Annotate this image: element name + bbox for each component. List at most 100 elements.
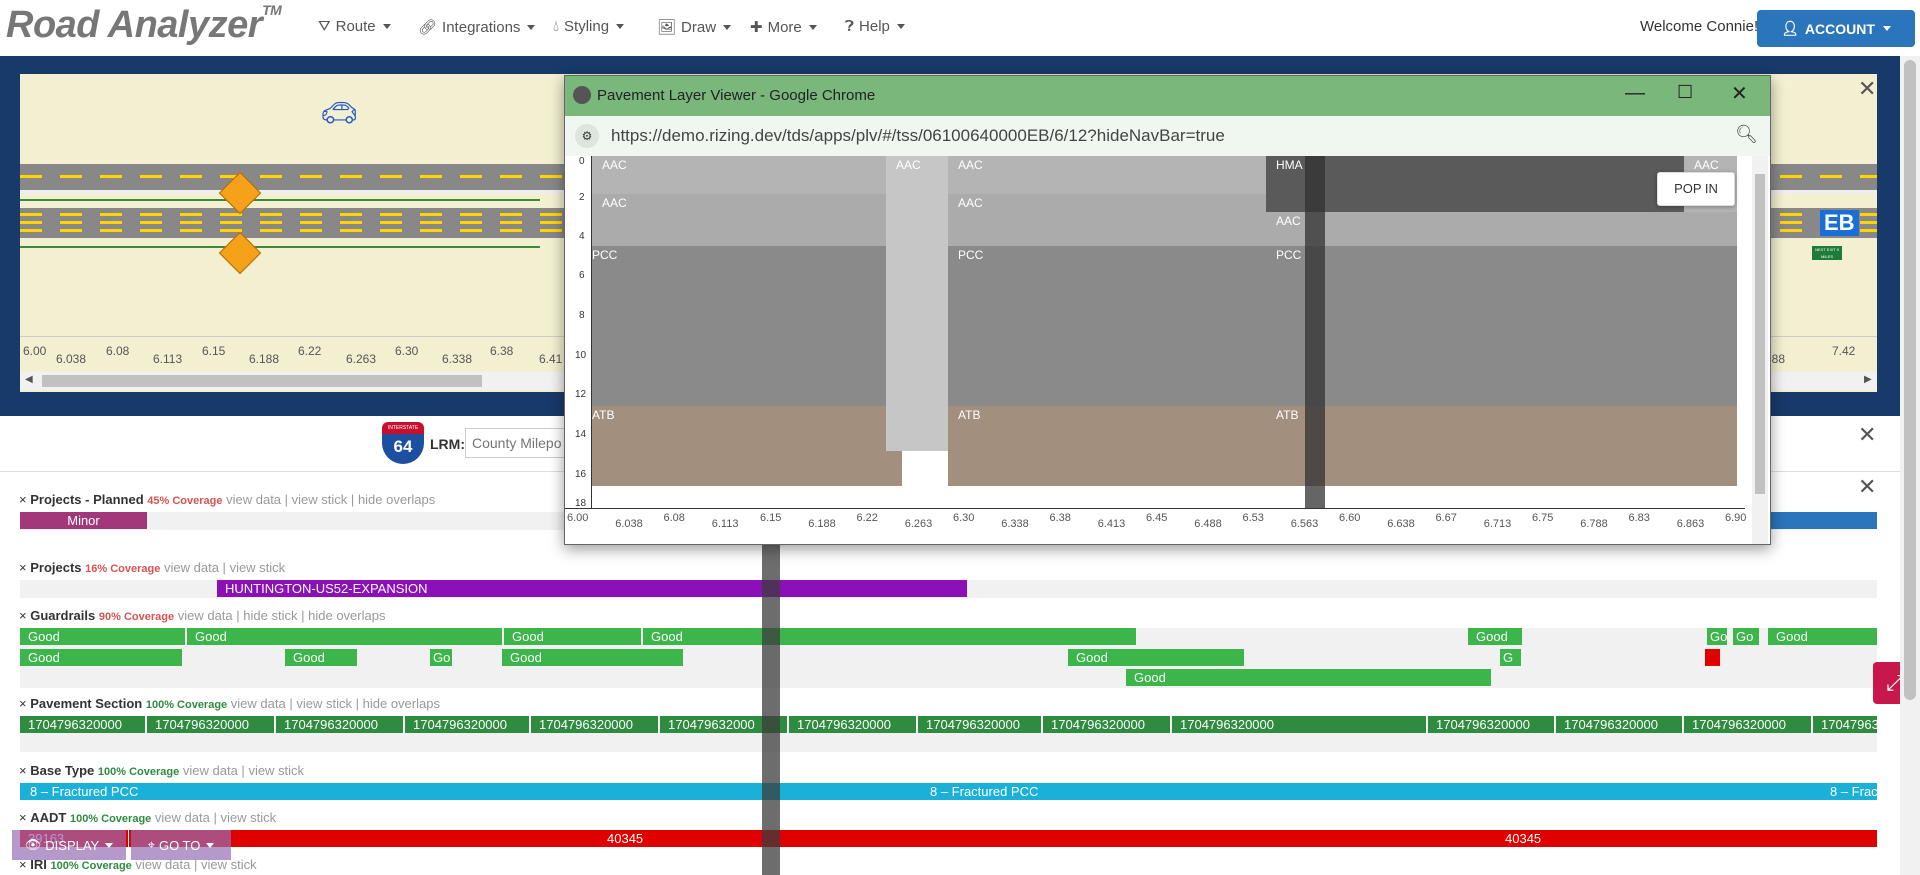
hide-overlaps-link[interactable]: hide overlaps (358, 492, 435, 507)
pavement-section-bar[interactable]: 17047963 (1813, 716, 1877, 733)
pavement-section-bar[interactable]: 1704796320000 (147, 716, 275, 733)
pavement-section-bar[interactable]: 1704796320000 (276, 716, 404, 733)
view-data-link[interactable]: view data (155, 810, 210, 825)
guardrail-bar[interactable]: Good (1768, 628, 1877, 645)
view-data-link[interactable]: view data (178, 608, 233, 623)
layer-aac[interactable]: AAC (1266, 212, 1737, 246)
window-titlebar[interactable]: Pavement Layer Viewer - Google Chrome — … (565, 76, 1770, 116)
scrollbar-thumb[interactable] (42, 375, 482, 387)
pavement-section-bar[interactable]: 1704796320000 (1684, 716, 1812, 733)
account-button[interactable]: 👤︎ ACCOUNT (1757, 10, 1915, 47)
nav-route[interactable]: ⛛ Route (318, 18, 391, 35)
view-data-link[interactable]: view data (164, 560, 219, 575)
hide-overlaps-link[interactable]: hide overlaps (363, 696, 440, 711)
guardrail-bar[interactable]: Good (20, 649, 182, 666)
project-bar[interactable] (1769, 512, 1877, 529)
pavement-section-bar[interactable]: 1704796320000 (1556, 716, 1683, 733)
view-stick-link[interactable]: view stick (292, 492, 348, 507)
layer-atb[interactable]: ATB (592, 406, 902, 486)
layer-aac[interactable]: AAC (592, 156, 902, 194)
close-lrm-icon[interactable]: ✕ (1858, 422, 1876, 448)
pavement-section-bar[interactable]: 1704796320000 (405, 716, 530, 733)
scroll-left-icon[interactable]: ◀ (25, 374, 33, 385)
remove-track-icon[interactable]: × (19, 608, 30, 623)
guardrail-bar[interactable]: Good (285, 649, 357, 666)
nav-integrations[interactable]: 🔗︎ Integrations (418, 18, 536, 36)
view-data-link[interactable]: view data (226, 492, 281, 507)
display-button[interactable]: 👁︎ DISPLAY (12, 830, 126, 860)
pavement-section-bar[interactable]: 1704796320000 (789, 716, 917, 733)
layer-pcc[interactable]: PCC (948, 246, 1266, 406)
project-bar[interactable]: Minor (20, 512, 147, 529)
layer-pcc[interactable]: PCC (592, 246, 902, 406)
pavement-section-bar[interactable]: 1704796320000 (918, 716, 1042, 733)
site-settings-icon[interactable]: ⚙ (575, 124, 599, 148)
guardrail-bar[interactable]: Good (1468, 628, 1522, 645)
layer-aac[interactable]: AAC (948, 156, 1266, 194)
close-tracks-icon[interactable]: ✕ (1858, 474, 1876, 500)
minimize-icon[interactable]: — (1625, 82, 1645, 105)
remove-track-icon[interactable]: × (19, 696, 30, 711)
nav-styling[interactable]: 💧︎ Styling (553, 18, 625, 35)
layer-hma[interactable]: HMA (1266, 156, 1684, 212)
guardrail-bar[interactable]: Good (187, 628, 502, 645)
pavement-section-bar[interactable]: 1704796320000 (20, 716, 146, 733)
pop-in-button[interactable]: POP IN (1657, 172, 1735, 206)
address-bar[interactable]: ⚙ https://demo.rizing.dev/tds/apps/plv/#… (565, 116, 1770, 157)
nav-draw[interactable]: 🖼︎ Draw (657, 18, 732, 36)
view-stick-link[interactable]: view stick (296, 696, 352, 711)
page-scrollbar[interactable] (1900, 56, 1920, 875)
layer-aac[interactable]: AAC (592, 194, 902, 246)
remove-track-icon[interactable]: × (19, 492, 30, 507)
guardrail-bar[interactable]: Good (1068, 649, 1244, 666)
pavement-layer-viewer-window[interactable]: Pavement Layer Viewer - Google Chrome — … (564, 75, 1771, 545)
nav-help[interactable]: ❓︎ Help (845, 18, 905, 35)
project-bar[interactable]: HUNTINGTON-US52-EXPANSION (217, 580, 967, 597)
view-data-link[interactable]: view data (231, 696, 286, 711)
chart-position-cursor[interactable] (1305, 156, 1325, 508)
guardrail-bar[interactable]: Good (1126, 669, 1491, 686)
remove-track-icon[interactable]: × (19, 810, 30, 825)
pavement-section-bar[interactable]: 1704796320000 (531, 716, 659, 733)
remove-track-icon[interactable]: × (19, 763, 30, 778)
guardrail-bar[interactable] (1705, 649, 1720, 666)
guardrail-bar[interactable]: Go (1733, 628, 1759, 645)
close-stick-icon[interactable]: ✕ (1858, 76, 1876, 102)
roadwork-sign-icon[interactable] (218, 231, 262, 275)
guardrail-bar[interactable]: Good (643, 628, 1136, 645)
lrm-input[interactable] (465, 428, 579, 458)
guardrail-bar[interactable]: Go (430, 649, 452, 666)
pavement-section-bar[interactable]: 1704796320000 (1428, 716, 1555, 733)
nav-more[interactable]: ✚ More (750, 18, 817, 36)
app-logo[interactable]: Road AnalyzerTM (6, 2, 282, 47)
crash-icon[interactable]: 🚗︎ (320, 96, 358, 131)
hide-stick-link[interactable]: hide stick (243, 608, 297, 623)
close-window-icon[interactable]: ✕ (1731, 81, 1748, 106)
goto-button[interactable]: ⌖ GO TO (131, 830, 231, 860)
view-data-link[interactable]: view data (183, 763, 238, 778)
guardrail-bar[interactable]: Good (20, 628, 185, 645)
remove-track-icon[interactable]: × (19, 560, 30, 575)
view-stick-link[interactable]: view stick (230, 560, 286, 575)
guardrail-bar[interactable]: Good (504, 628, 641, 645)
aadt-bar[interactable]: 40345 (129, 830, 1877, 847)
url-text[interactable]: https://demo.rizing.dev/tds/apps/plv/#/t… (611, 126, 1225, 146)
maximize-icon[interactable]: ☐ (1677, 82, 1693, 103)
chart-scrollbar[interactable] (1752, 156, 1768, 544)
hide-overlaps-link[interactable]: hide overlaps (308, 608, 385, 623)
guardrail-bar[interactable]: Good (502, 649, 683, 666)
layer-aac[interactable]: AAC (948, 194, 1266, 246)
chart-scrollbar-thumb[interactable] (1755, 174, 1765, 494)
guardrail-bar[interactable]: Go (1707, 628, 1727, 645)
guardrail-bar[interactable]: G (1500, 649, 1521, 666)
zoom-icon[interactable]: 🔍︎ (1735, 124, 1758, 145)
pavement-section-bar[interactable]: 1704796320000 (1043, 716, 1171, 733)
layer-atb[interactable]: ATB (948, 406, 1266, 486)
position-cursor[interactable] (762, 543, 780, 875)
page-scrollbar-thumb[interactable] (1904, 60, 1916, 700)
view-stick-link[interactable]: view stick (248, 763, 304, 778)
layer-chart[interactable]: 0 2 4 6 8 10 12 14 16 18 AAC AAC PCC ATB… (565, 156, 1770, 544)
layer-atb[interactable]: ATB (1266, 406, 1737, 486)
pavement-section-bar[interactable]: 1704796320000 (1172, 716, 1427, 733)
layer-aac[interactable]: AAC (886, 156, 948, 451)
